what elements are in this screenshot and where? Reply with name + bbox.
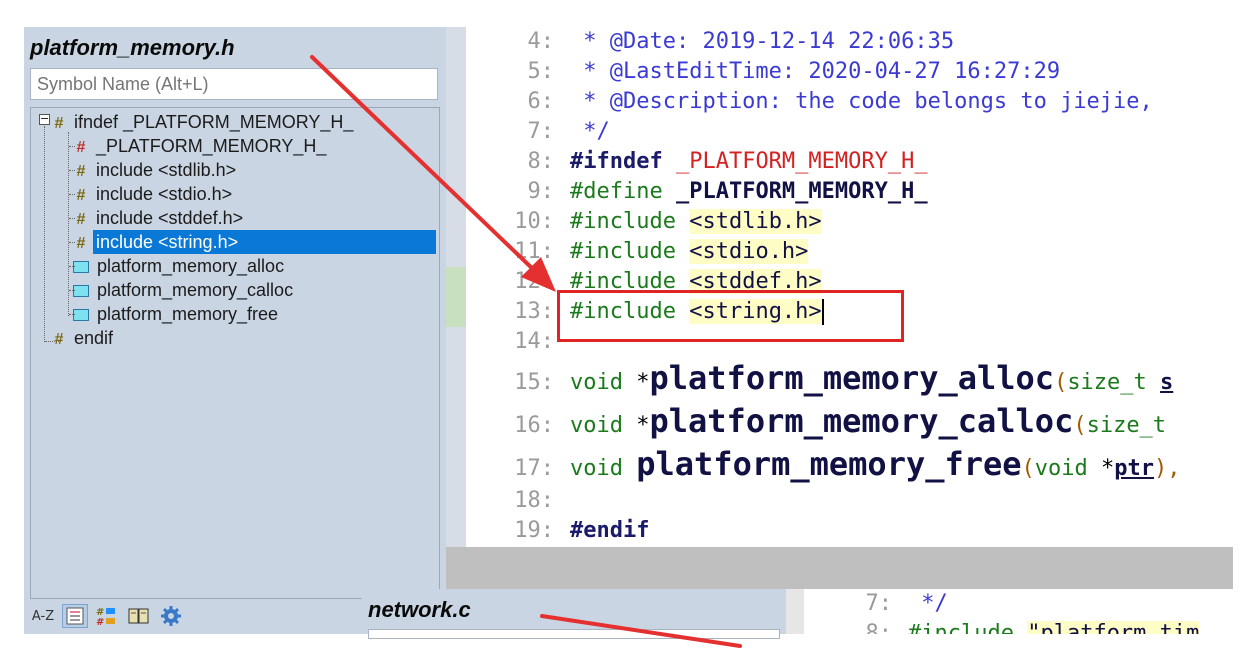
- arrow-lower: [540, 614, 742, 648]
- annotation-arrows: [310, 55, 742, 648]
- arrow-to-include: [310, 55, 556, 292]
